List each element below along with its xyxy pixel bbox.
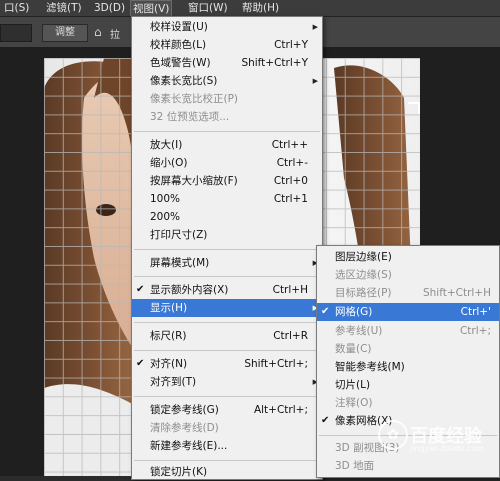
menu-item-200-percent[interactable]: 200% (132, 208, 322, 226)
menu-item-snap-to[interactable]: 对齐到(T)▶ (132, 373, 322, 391)
submenu-item-notes: 注释(O) (335, 397, 373, 409)
submenu-arrow-icon: ▶ (312, 23, 318, 31)
menu-item-extras[interactable]: ✔ 显示额外内容(X) Ctrl+H (132, 281, 322, 299)
adjust-button[interactable]: 调整 (42, 24, 88, 42)
menu-separator (134, 322, 320, 323)
toolbar-icon[interactable]: ⌂ (94, 25, 108, 39)
menu-item-clear-guides: 清除参考线(D) (150, 422, 219, 434)
menu-item-32bit-preview: 32 位预览选项... (150, 111, 230, 123)
menu-item-proof-setup[interactable]: 校样设置(U) ▶ (132, 18, 322, 36)
menu-filter[interactable]: 滤镜(T) (44, 0, 84, 16)
menu-separator (134, 131, 320, 132)
checkmark-icon: ✔ (136, 284, 145, 295)
menu-separator (134, 276, 320, 277)
menu-separator (134, 249, 320, 250)
menu-item-print-size[interactable]: 打印尺寸(Z) (132, 226, 322, 244)
checkmark-icon: ✔ (136, 358, 145, 369)
menu-item-proof-colors[interactable]: 校样颜色(L) Ctrl+Y (132, 36, 322, 54)
menu-item-screen-mode[interactable]: 屏幕模式(M)▶ (132, 254, 322, 272)
menu-help[interactable]: 帮助(H) (240, 0, 281, 16)
submenu-item-slices[interactable]: 切片(L) (317, 376, 499, 394)
menu-item-100-percent[interactable]: 100% Ctrl+1 (132, 190, 322, 208)
menu-item-pixel-aspect-correction: 像素长宽比校正(P) (150, 93, 239, 105)
menu-item-lock-guides[interactable]: 锁定参考线(G) Alt+Ctrl+; (132, 401, 322, 419)
menu-bar: 口(S) 滤镜(T) 3D(D) 视图(V) 窗口(W) 帮助(H) (0, 0, 500, 17)
submenu-item-count: 数量(C) (335, 343, 372, 355)
menu-item-gamut-warning[interactable]: 色域警告(W) Shift+Ctrl+Y (132, 54, 322, 72)
options-label: 拉 (110, 30, 120, 41)
submenu-item-3d-ground: 3D 地面 (335, 460, 375, 472)
view-menu: 校样设置(U) ▶ 校样颜色(L) Ctrl+Y 色域警告(W) Shift+Ctrl… (131, 16, 323, 480)
options-input[interactable] (0, 24, 32, 42)
menu-item-fit-screen[interactable]: 按屏幕大小缩放(F) Ctrl+0 (132, 172, 322, 190)
submenu-item-smart-guides[interactable]: 智能参考线(M) (317, 358, 499, 376)
submenu-item-guides: 参考线(U) Ctrl+; (335, 325, 491, 337)
submenu-item-selection-edges: 选区边缘(S) (335, 269, 392, 281)
menu-item-zoom-out[interactable]: 缩小(O) Ctrl+- (132, 154, 322, 172)
menu-3d[interactable]: 3D(D) (92, 0, 127, 16)
menu-item-snap[interactable]: ✔ 对齐(N) Shift+Ctrl+; (132, 355, 322, 373)
menu-item-lock-slices[interactable]: 锁定切片(K) (132, 463, 322, 481)
menu-item-rulers[interactable]: 标尺(R) Ctrl+R (132, 327, 322, 345)
watermark-url: jingyan.baidu.com (410, 444, 484, 453)
checkmark-icon: ✔ (321, 415, 330, 426)
menu-view[interactable]: 视图(V) (130, 0, 173, 16)
menu-window[interactable]: 窗口(W) (186, 0, 230, 16)
menu-separator (134, 350, 320, 351)
menu-item-show[interactable]: 显示(H)▶ (132, 299, 322, 317)
menu-separator (134, 396, 320, 397)
transform-handle[interactable] (408, 102, 420, 114)
menu-layer[interactable]: 口(S) (2, 0, 31, 16)
paw-icon: ✿ (378, 420, 408, 450)
submenu-item-target-path: 目标路径(P) Shift+Ctrl+H (335, 287, 491, 299)
checkmark-icon: ✔ (321, 306, 330, 317)
menu-item-zoom-in[interactable]: 放大(I) Ctrl++ (132, 136, 322, 154)
watermark: ✿ 百度经验 jingyan.baidu.com (378, 418, 498, 458)
menu-item-pixel-aspect-ratio[interactable]: 像素长宽比(S) ▶ (132, 72, 322, 90)
menu-separator (134, 460, 320, 461)
submenu-arrow-icon: ▶ (312, 77, 318, 85)
menu-item-new-guide[interactable]: 新建参考线(E)... (132, 437, 322, 455)
submenu-item-layer-edges[interactable]: 图层边缘(E) (317, 248, 499, 266)
submenu-item-grid[interactable]: ✔ 网格(G) Ctrl+' (317, 303, 499, 321)
